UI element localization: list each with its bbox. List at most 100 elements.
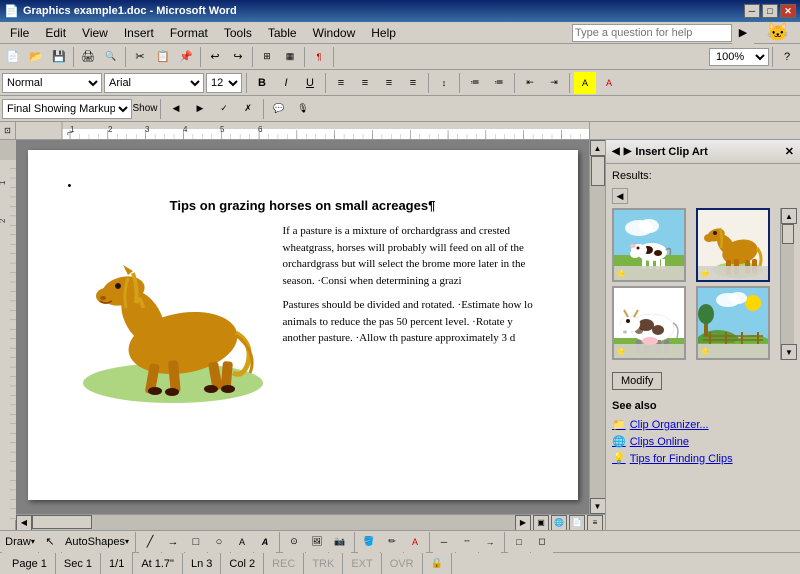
prev-change-button[interactable]: ◀ <box>165 98 187 120</box>
highlight-button[interactable]: A <box>574 72 596 94</box>
italic-button[interactable]: I <box>275 72 297 94</box>
scroll-track[interactable] <box>590 156 605 498</box>
next-change-button[interactable]: ▶ <box>189 98 211 120</box>
copy-button[interactable]: 📋 <box>152 46 174 68</box>
size-select[interactable]: 12 <box>206 73 242 93</box>
line-style[interactable]: ─ <box>433 531 455 553</box>
zoom-select[interactable]: 100% <box>709 48 769 66</box>
font-color-draw[interactable]: A <box>404 531 426 553</box>
menu-help[interactable]: Help <box>363 22 404 43</box>
dash-style[interactable]: ╌ <box>456 531 478 553</box>
open-button[interactable]: 📂 <box>25 46 47 68</box>
web-view-button[interactable]: 🌐 <box>551 515 567 531</box>
forward-button[interactable]: ▶ <box>624 146 632 157</box>
clipart-tool[interactable]: 🖼 <box>306 531 328 553</box>
textbox-tool[interactable]: A <box>231 531 253 553</box>
rect-tool[interactable]: □ <box>185 531 207 553</box>
line-color[interactable]: ✏ <box>381 531 403 553</box>
tips-for-clips-link[interactable]: 💡 Tips for Finding Clips <box>612 450 794 467</box>
diagram-tool[interactable]: ⊙ <box>283 531 305 553</box>
scroll-thumb[interactable] <box>591 156 605 186</box>
undo-button[interactable]: ↩ <box>204 46 226 68</box>
clip-item-2[interactable]: ⭐ <box>696 208 770 282</box>
save-button[interactable]: 💾 <box>48 46 70 68</box>
restore-button[interactable]: □ <box>762 4 778 18</box>
scroll-up-button[interactable]: ▲ <box>590 140 606 156</box>
select-arrow[interactable]: ↖ <box>39 531 61 553</box>
outline-view-button[interactable]: ≡ <box>587 515 603 531</box>
align-right-button[interactable]: ≡ <box>378 72 400 94</box>
clip-scroll-thumb[interactable] <box>782 224 794 244</box>
h-scroll-thumb[interactable] <box>32 515 92 529</box>
wordart-tool[interactable]: A <box>254 531 276 553</box>
new-button[interactable]: 📄 <box>2 46 24 68</box>
print-button[interactable]: 🖨 <box>77 46 99 68</box>
insert-picture[interactable]: 📷 <box>329 531 351 553</box>
help-button[interactable]: ? <box>776 46 798 68</box>
line-tool[interactable]: ╱ <box>139 531 161 553</box>
menu-edit[interactable]: Edit <box>37 22 74 43</box>
menu-table[interactable]: Table <box>260 22 305 43</box>
menu-window[interactable]: Window <box>305 22 364 43</box>
paste-button[interactable]: 📌 <box>175 46 197 68</box>
arrow-style[interactable]: → <box>479 531 501 553</box>
doc-scrollbar[interactable]: ▲ ▼ <box>589 140 605 514</box>
menu-view[interactable]: View <box>74 22 116 43</box>
justify-button[interactable]: ≡ <box>402 72 424 94</box>
align-center-button[interactable]: ≡ <box>354 72 376 94</box>
help-search-input[interactable] <box>572 24 732 42</box>
align-left-button[interactable]: ≡ <box>330 72 352 94</box>
fill-color[interactable]: 🪣 <box>358 531 380 553</box>
menu-tools[interactable]: Tools <box>216 22 260 43</box>
clip-item-4[interactable]: ⭐ <box>696 286 770 360</box>
show-markup-button[interactable]: ¶ <box>308 46 330 68</box>
panel-close-button[interactable]: ✕ <box>785 145 794 158</box>
menu-insert[interactable]: Insert <box>116 22 162 43</box>
clip-item-3[interactable]: ⭐ <box>612 286 686 360</box>
menu-format[interactable]: Format <box>162 22 216 43</box>
shadow-style[interactable]: □ <box>508 531 530 553</box>
clip-scroll-down[interactable]: ▼ <box>781 344 797 360</box>
clips-online-link[interactable]: 🌐 Clips Online <box>612 433 794 450</box>
h-scrollbar[interactable]: ◀ ▶ ▣ 🌐 📄 ≡ <box>16 514 605 530</box>
oval-tool[interactable]: ○ <box>208 531 230 553</box>
print-view-button[interactable]: 📄 <box>569 515 585 531</box>
reject-change-button[interactable]: ✗ <box>237 98 259 120</box>
underline-button[interactable]: U <box>299 72 321 94</box>
bold-button[interactable]: B <box>251 72 273 94</box>
number-list-button[interactable]: ≔ <box>488 72 510 94</box>
bullet-list-button[interactable]: ≔ <box>464 72 486 94</box>
back-button[interactable]: ◀ <box>612 146 620 157</box>
redo-button[interactable]: ↪ <box>227 46 249 68</box>
style-select[interactable]: Normal <box>2 73 102 93</box>
accept-change-button[interactable]: ✓ <box>213 98 235 120</box>
increase-indent-button[interactable]: ⇥ <box>543 72 565 94</box>
scroll-right-button[interactable]: ▶ <box>515 515 531 531</box>
clip-scroll-up[interactable]: ▲ <box>781 208 797 224</box>
scroll-down-button[interactable]: ▼ <box>590 498 606 514</box>
scroll-left-button[interactable]: ◀ <box>16 515 32 531</box>
font-color-button[interactable]: A <box>598 72 620 94</box>
insert-table-button[interactable]: ⊞ <box>256 46 278 68</box>
menu-file[interactable]: File <box>2 22 37 43</box>
cut-button[interactable]: ✂ <box>129 46 151 68</box>
review-mode-select[interactable]: Final Showing Markup <box>2 99 132 119</box>
line-spacing-button[interactable]: ↕ <box>433 72 455 94</box>
results-back-button[interactable]: ◀ <box>612 188 628 204</box>
clip-organizer-link[interactable]: 📁 Clip Organizer... <box>612 416 794 433</box>
clip-scroll-track[interactable] <box>781 224 794 344</box>
font-select[interactable]: Arial <box>104 73 204 93</box>
insert-voice-button[interactable]: 🎙 <box>292 98 314 120</box>
insert-columns-button[interactable]: ▦ <box>279 46 301 68</box>
arrow-tool[interactable]: → <box>162 531 184 553</box>
decrease-indent-button[interactable]: ⇤ <box>519 72 541 94</box>
modify-button[interactable]: Modify <box>612 372 662 390</box>
new-comment-button[interactable]: 💬 <box>268 98 290 120</box>
close-button[interactable]: ✕ <box>780 4 796 18</box>
show-dropdown[interactable]: Show <box>134 98 156 120</box>
help-search-button[interactable]: ▶ <box>732 22 754 44</box>
autoshapes-menu[interactable]: AutoShapes ▾ <box>62 531 132 553</box>
3d-style[interactable]: ◻ <box>531 531 553 553</box>
clip-panel-scrollbar[interactable]: ▲ ▼ <box>780 208 794 360</box>
clip-item-1[interactable]: ⭐ <box>612 208 686 282</box>
